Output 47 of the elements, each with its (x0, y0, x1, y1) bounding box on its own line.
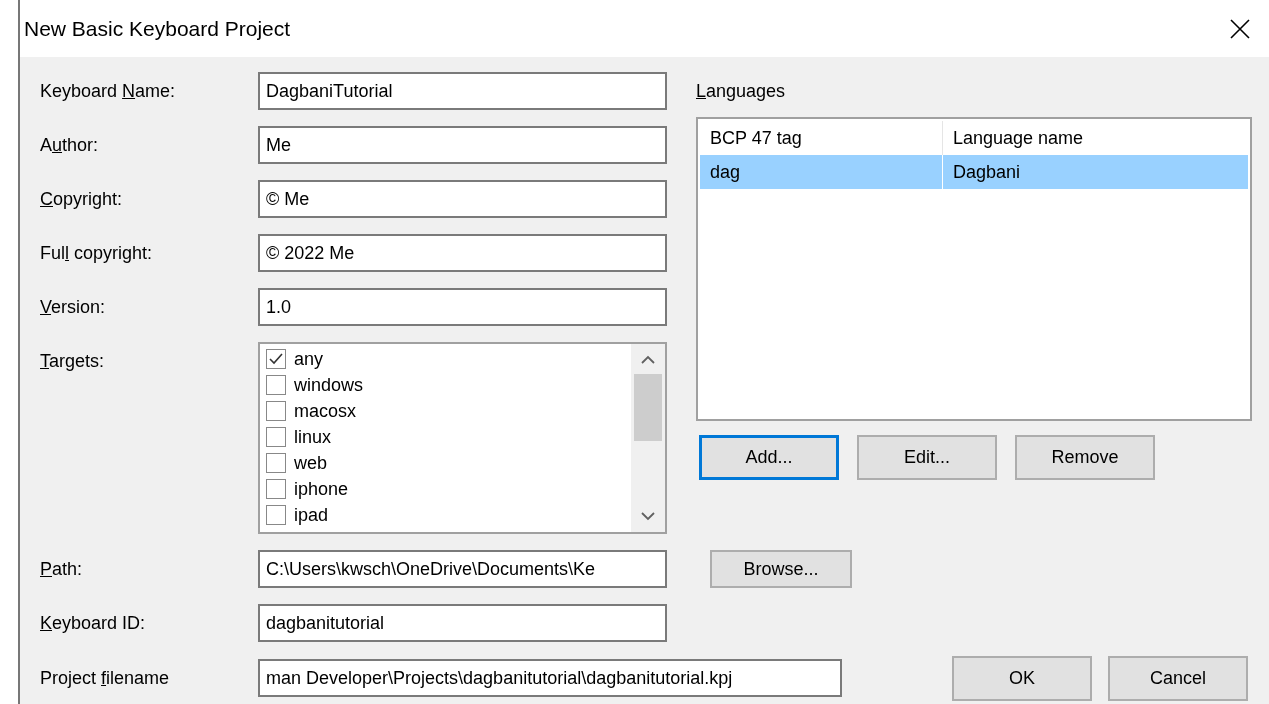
window-title: New Basic Keyboard Project (24, 15, 291, 42)
checkbox[interactable] (266, 375, 286, 395)
field-label: Author: (40, 133, 100, 157)
checkbox-label: ipad (294, 503, 329, 527)
browse-button[interactable]: Browse... (710, 550, 852, 588)
field-label: Keyboard ID: (40, 611, 147, 635)
text-field[interactable]: DagbaniTutorial (258, 72, 667, 110)
checkbox-label: web (294, 451, 328, 475)
path-field[interactable]: C:\Users\kwsch\OneDrive\Documents\Ke (258, 550, 667, 588)
language-list[interactable]: BCP 47 tag Language name dag Dagbani (696, 117, 1252, 421)
checkbox-label: iphone (294, 477, 349, 501)
scrollbar-thumb[interactable] (634, 374, 662, 441)
id-field[interactable]: dagbanitutorial (258, 604, 667, 642)
checkbox[interactable] (266, 349, 286, 369)
text-field[interactable]: 1.0 (258, 288, 667, 326)
filename-field[interactable]: man Developer\Projects\dagbanitutorial\dagbanitutorial.kpj (258, 659, 842, 697)
dialog-button[interactable]: Edit... (857, 435, 997, 480)
dialog-button[interactable]: Add... (699, 435, 839, 480)
field-label: Full copyright: (40, 241, 154, 265)
field-label: Version: (40, 295, 107, 319)
checkbox-label: windows (294, 373, 364, 397)
targets-list[interactable]: any windows macosx linux web iphone ipad (258, 342, 667, 534)
field-label: Project filename (40, 666, 171, 690)
scrollbar[interactable] (631, 344, 665, 532)
column-header[interactable]: BCP 47 tag (700, 121, 942, 155)
scroll-down-icon[interactable] (640, 510, 656, 522)
checkbox[interactable] (266, 505, 286, 525)
field-label: Targets: (40, 350, 106, 373)
dialog-button[interactable]: Cancel (1108, 655, 1248, 701)
dialog-button[interactable]: OK (952, 655, 1092, 701)
checkbox-label: any (294, 347, 324, 371)
field-label: Path: (40, 557, 84, 581)
checkbox-label: macosx (294, 399, 356, 423)
scroll-up-icon[interactable] (640, 354, 656, 366)
checkbox[interactable] (266, 479, 286, 499)
field-label: Copyright: (40, 187, 124, 211)
field-label: Languages (696, 80, 786, 103)
dialog-button[interactable]: Remove (1015, 435, 1155, 480)
list-row[interactable]: dag Dagbani (700, 155, 1248, 189)
text-field[interactable]: Me (258, 126, 667, 164)
checkbox[interactable] (266, 453, 286, 473)
checkbox-label: linux (294, 425, 332, 449)
checkbox[interactable] (266, 427, 286, 447)
field-label: Keyboard Name: (40, 79, 177, 103)
text-field[interactable]: © Me (258, 180, 667, 218)
text-field[interactable]: © 2022 Me (258, 234, 667, 272)
checkbox[interactable] (266, 401, 286, 421)
